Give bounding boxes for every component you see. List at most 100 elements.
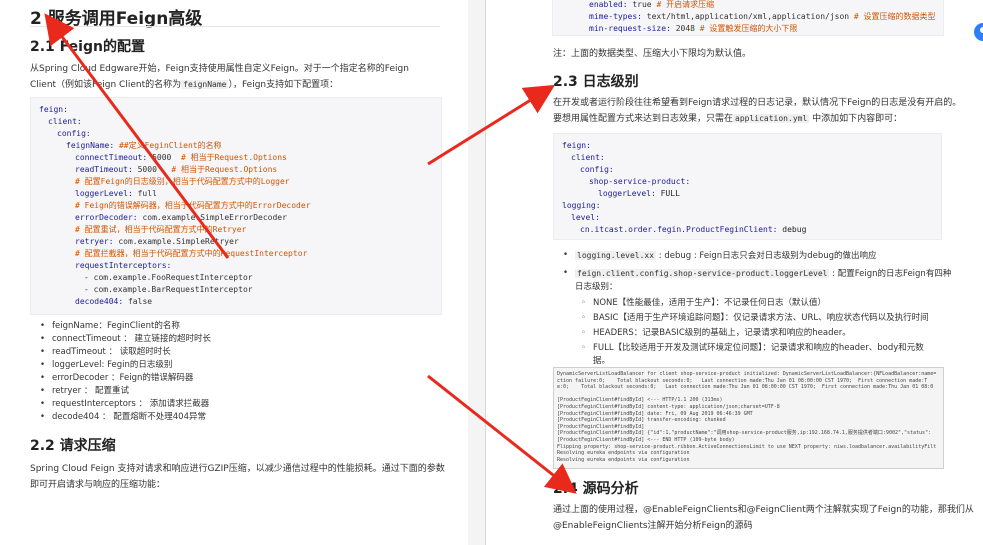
left-page: 2 服务调用Feign高级 2.1 Feign的配置 从Spring Cloud…: [0, 0, 468, 545]
code-line: enabled: true # 开启请求压缩: [589, 0, 714, 11]
code-key: loggerLevel:: [598, 189, 656, 198]
intro-text-a: Client（例如该Feign Client的名称为: [30, 80, 182, 90]
log-level-text: NONE【性能最佳，适用于生产】：不记录任何日志（默认值）: [593, 298, 827, 308]
section-title-compression: 2.2 请求压缩: [30, 438, 116, 454]
list-item-log-level: NONE【性能最佳，适用于生产】：不记录任何日志（默认值）: [581, 297, 951, 310]
code-line: config:: [580, 164, 614, 176]
compression-note: 注：上面的数据类型、压缩大小下限均为默认值。: [553, 49, 752, 59]
code-line: loggerLevel: full: [75, 188, 157, 200]
code-value: ##定义FeginClient的名称: [114, 141, 222, 150]
console-line: [ProductFeginClient#findById] <--- END H…: [557, 437, 735, 443]
code-value: # 配置Feign的日志级别，相当于代码配置方式中的Logger: [75, 177, 290, 186]
console-line: Resolving eureka endpoints via configura…: [557, 450, 690, 457]
log-level-text: HEADERS：记录BASIC级别的基础上，记录请求和响应的header。: [593, 328, 851, 338]
code-key: enabled:: [589, 0, 628, 9]
code-key: errorDecoder:: [75, 213, 138, 222]
logging-text-a: 要想用属性配置方式来达到日志效果，只需在: [553, 114, 734, 124]
compression-line-1: Spring Cloud Feign 支持对请求和响应进行GZIP压缩，以减少通…: [30, 464, 445, 474]
code-key: connectTimeout:: [75, 153, 148, 162]
list-item: decode404 ： 配置熔断不处理404异常: [40, 411, 440, 424]
code-key: mime-types:: [589, 12, 642, 21]
compression-line-2: 即可开启请求与响应的压缩功能：: [30, 480, 166, 490]
code-key: min-request-size:: [589, 24, 671, 33]
code-line: feignName: ##定义FeginClient的名称: [66, 140, 222, 152]
code-line: # Feign的错误解码器，相当于代码配置方式中的ErrorDecoder: [75, 200, 311, 212]
code-key: feign:: [39, 105, 68, 114]
code-value: # Feign的错误解码器，相当于代码配置方式中的ErrorDecoder: [75, 201, 311, 210]
intro-paragraph: 从Spring Cloud Edgware开始，Feign支持使用属性自定义Fe…: [30, 61, 409, 93]
logging-code-block: feign: client: config: shop-service-product…: [553, 133, 942, 240]
log-level-wrap: 据。: [593, 356, 611, 366]
section-title-source: 2.4 源码分析: [553, 481, 639, 497]
code-line: - com.example.FooRequestInterceptor: [84, 272, 253, 284]
code-line: # 配置拦截器，相当于代码配置方式中的RequestInterceptor: [75, 248, 307, 260]
logging-text-b: 中添加如下内容即可：: [809, 114, 903, 124]
inline-code-logging-level: logging.level.xx: [575, 251, 657, 260]
code-value: # 配置重试，相当于代码配置方式中的Retryer: [75, 225, 247, 234]
list-item: retryer ： 配置重试: [40, 385, 440, 398]
code-line: shop-service-product:: [589, 176, 690, 188]
logger-level-text-2: 日志级别：: [575, 282, 618, 292]
code-value: 5000 # 相当于Request.Options: [147, 153, 287, 162]
code-key: loggerLevel:: [75, 189, 133, 198]
source-line-1: 通过上面的使用过程，@EnableFeignClients和@FeignClie…: [553, 505, 974, 515]
right-page: enabled: true # 开启请求压缩 mime-types: text/h…: [486, 0, 983, 545]
heading-divider: [30, 26, 440, 27]
console-line: [ProductFeginClient#findById] transfer-e…: [557, 417, 726, 424]
console-line: [ProductFeginClient#findById] <--- HTTP/…: [557, 397, 723, 404]
code-key: feign:: [562, 141, 591, 150]
logging-level-text: : debug : Feign日志只会对日志级别为debug的做出响应: [656, 251, 877, 261]
code-key: shop-service-product:: [589, 177, 691, 186]
code-key: requestInterceptors:: [75, 261, 172, 270]
logging-bullet-list: logging.level.xx : debug : Feign日志只会对日志级…: [563, 249, 953, 294]
code-line: min-request-size: 2048 # 设置触发压缩的大小下限: [589, 23, 797, 35]
compression-code-block: enabled: true # 开启请求压缩 mime-types: text/h…: [552, 0, 944, 36]
code-value: 2048 # 设置触发压缩的大小下限: [670, 24, 798, 33]
console-line: ction failure:0; Total blackout seconds:…: [557, 377, 928, 384]
section-title-logging: 2.3 日志级别: [553, 74, 639, 90]
list-item-logging-level: logging.level.xx : debug : Feign日志只会对日志级…: [563, 249, 953, 263]
console-line: DynamicServerListLoadBalancer for client…: [557, 371, 937, 377]
config-item-list: feignName：FeginClient的名称connectTimeout ：…: [40, 320, 440, 424]
console-line: Resolving eureka endpoints via configura…: [557, 456, 690, 463]
code-line: mime-types: text/html,application/xml,ap…: [589, 11, 936, 23]
list-item: connectTimeout ： 建立链接的超时时长: [40, 333, 440, 346]
list-item: readTimeout ： 读取超时时长: [40, 346, 440, 359]
code-line: # 配置Feign的日志级别，相当于代码配置方式中的Logger: [75, 176, 290, 188]
code-line: readTimeout: 5000 # 相当于Request.Options: [75, 164, 277, 176]
list-item: feignName：FeginClient的名称: [40, 320, 440, 333]
console-line: e:0; Total blackout seconds:0; Last conn…: [557, 384, 934, 391]
code-value: debug: [777, 225, 807, 234]
code-value: # 配置拦截器，相当于代码配置方式中的RequestInterceptor: [75, 249, 308, 258]
code-line: # 配置重试，相当于代码配置方式中的Retryer: [75, 224, 246, 236]
list-item: errorDecoder ：Feign的错误解码器: [40, 372, 440, 385]
code-line: client:: [571, 152, 605, 164]
code-value: - com.example.FooRequestInterceptor: [84, 273, 253, 282]
log-level-text: BASIC【适用于生产环境追踪问题】：仅记录请求方法、URL、响应状态代码以及执…: [593, 313, 929, 323]
source-paragraph: 通过上面的使用过程，@EnableFeignClients和@FeignClie…: [553, 502, 974, 534]
list-item-log-level: FULL【比较适用于开发及测试环境定位问题】：记录请求和响应的header、bo…: [581, 342, 951, 368]
code-value: com.example.SimpleErrorDecoder: [137, 213, 287, 222]
inline-code-feignname: feignName: [181, 80, 229, 89]
code-key: client:: [571, 153, 605, 162]
code-value: true # 开启请求压缩: [627, 0, 715, 9]
code-key: level:: [571, 213, 600, 222]
list-item: requestInterceptors ： 添加请求拦截器: [40, 398, 440, 411]
log-level-text: FULL【比较适用于开发及测试环境定位问题】：记录请求和响应的header、bo…: [593, 343, 924, 353]
source-line-2: @EnableFeignClients注解开始分析Feign的源码: [553, 521, 753, 531]
inline-code-logger-level: feign.client.config.shop-service-product…: [575, 269, 830, 278]
console-line: [ProductFeginClient#findById] date: Fri,…: [557, 410, 753, 417]
compression-paragraph: Spring Cloud Feign 支持对请求和响应进行GZIP压缩，以减少通…: [30, 461, 445, 493]
console-line: [ProductFeginClient#findById] content-ty…: [557, 404, 780, 410]
code-key: config:: [57, 129, 91, 138]
log-level-list: NONE【性能最佳，适用于生产】：不记录任何日志（默认值） BASIC【适用于生产…: [581, 297, 951, 370]
code-line: config:: [57, 128, 91, 140]
code-value: FULL: [655, 189, 680, 198]
code-line: retryer: com.example.SimpleRetryer: [75, 236, 239, 248]
code-line: decode404: false: [75, 296, 152, 308]
code-value: text/html,application/xml,application/js…: [641, 12, 936, 21]
code-key: feignName:: [66, 141, 115, 150]
code-value: com.example.SimpleRetryer: [113, 237, 239, 246]
console-output-screenshot: DynamicServerListLoadBalancer for client…: [553, 367, 944, 469]
logging-line-1: 在开发或者运行阶段往往希望看到Feign请求过程的日志记录，默认情况下Feign…: [553, 98, 962, 108]
